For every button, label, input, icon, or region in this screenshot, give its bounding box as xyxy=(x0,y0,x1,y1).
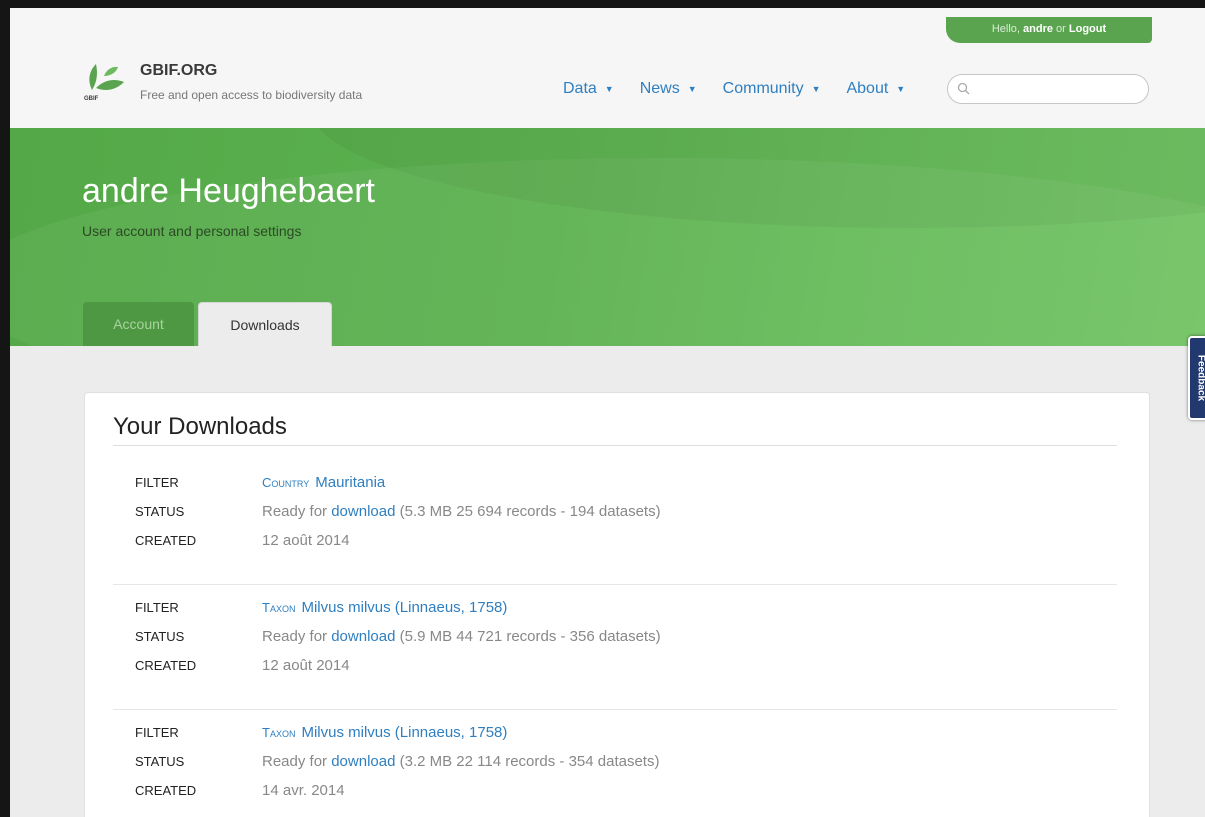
status-prefix: Ready for xyxy=(262,628,328,645)
username-link[interactable]: andre xyxy=(1023,23,1053,35)
nav-news[interactable]: News ▼ xyxy=(640,80,697,98)
logout-link[interactable]: Logout xyxy=(1069,23,1106,35)
site-header: Hello, andre or Logout GBIF GBIF.ORG Fre… xyxy=(10,8,1205,128)
filter-value-link[interactable]: Milvus milvus (Linnaeus, 1758) xyxy=(301,724,507,741)
download-link[interactable]: download xyxy=(331,503,395,520)
download-item: FILTER Country Mauritania STATUS Ready fo… xyxy=(113,459,1117,584)
filter-type-link[interactable]: Taxon xyxy=(262,725,295,740)
status-value: Ready for download (5.9 MB 44 721 record… xyxy=(262,627,661,647)
chevron-down-icon: ▼ xyxy=(687,84,697,94)
filter-value: Taxon Milvus milvus (Linnaeus, 1758) xyxy=(262,723,507,743)
downloads-title: Your Downloads xyxy=(113,413,287,440)
downloads-panel: Your Downloads FILTER Country Mauritania … xyxy=(84,392,1150,817)
filter-value: Taxon Milvus milvus (Linnaeus, 1758) xyxy=(262,598,507,618)
status-value: Ready for download (5.3 MB 25 694 record… xyxy=(262,502,661,522)
greeting-prefix: Hello, xyxy=(991,23,1020,35)
filter-value-link[interactable]: Milvus milvus (Linnaeus, 1758) xyxy=(301,599,507,616)
title-divider xyxy=(113,445,1117,446)
download-link[interactable]: download xyxy=(331,753,395,770)
chevron-down-icon: ▼ xyxy=(896,84,906,94)
gbif-logo-icon[interactable]: GBIF xyxy=(82,58,130,102)
nav-about[interactable]: About ▼ xyxy=(846,80,905,98)
status-detail: (5.3 MB 25 694 records - 194 datasets) xyxy=(399,503,661,520)
status-label: STATUS xyxy=(135,629,185,644)
profile-banner: andre Heughebaert User account and perso… xyxy=(10,128,1205,346)
created-value: 14 avr. 2014 xyxy=(262,782,345,799)
page-title: andre Heughebaert xyxy=(82,172,376,210)
window-frame-top xyxy=(0,0,1205,8)
main-nav: Data ▼ News ▼ Community ▼ About ▼ xyxy=(563,80,931,98)
tab-account[interactable]: Account xyxy=(83,302,194,346)
filter-type-link[interactable]: Taxon xyxy=(262,600,295,615)
search-box[interactable] xyxy=(947,74,1149,104)
nav-community[interactable]: Community ▼ xyxy=(723,80,821,98)
created-label: CREATED xyxy=(135,783,197,798)
search-input[interactable] xyxy=(976,79,1140,95)
status-detail: (3.2 MB 22 114 records - 354 datasets) xyxy=(399,753,660,770)
chevron-down-icon: ▼ xyxy=(604,84,614,94)
nav-community-label: Community xyxy=(722,80,804,97)
nav-about-label: About xyxy=(846,80,889,97)
brand-name[interactable]: GBIF.ORG xyxy=(140,62,217,80)
logo-text: GBIF xyxy=(84,96,99,102)
or-text: or xyxy=(1056,23,1066,35)
status-prefix: Ready for xyxy=(262,753,328,770)
page-subtitle: User account and personal settings xyxy=(82,223,302,239)
created-label: CREATED xyxy=(135,533,197,548)
chevron-down-icon: ▼ xyxy=(811,84,821,94)
download-item: FILTER Taxon Milvus milvus (Linnaeus, 175… xyxy=(113,709,1117,817)
nav-data[interactable]: Data ▼ xyxy=(563,80,614,98)
window-frame-left xyxy=(0,0,10,817)
created-value: 12 août 2014 xyxy=(262,532,350,549)
download-item: FILTER Taxon Milvus milvus (Linnaeus, 175… xyxy=(113,584,1117,710)
status-label: STATUS xyxy=(135,504,185,519)
filter-label: FILTER xyxy=(135,600,179,615)
status-value: Ready for download (3.2 MB 22 114 record… xyxy=(262,752,659,772)
feedback-label: Feedback xyxy=(1195,354,1205,402)
status-detail: (5.9 MB 44 721 records - 356 datasets) xyxy=(399,628,661,645)
feedback-button[interactable]: Feedback xyxy=(1188,336,1205,420)
filter-label: FILTER xyxy=(135,475,179,490)
created-label: CREATED xyxy=(135,658,197,673)
nav-data-label: Data xyxy=(563,80,597,97)
search-icon xyxy=(957,82,970,95)
created-value: 12 août 2014 xyxy=(262,657,350,674)
download-link[interactable]: download xyxy=(331,628,395,645)
user-bar: Hello, andre or Logout xyxy=(946,17,1152,43)
filter-label: FILTER xyxy=(135,725,179,740)
status-prefix: Ready for xyxy=(262,503,328,520)
tab-downloads[interactable]: Downloads xyxy=(198,302,332,346)
status-label: STATUS xyxy=(135,754,185,769)
brand-tagline: Free and open access to biodiversity dat… xyxy=(140,88,363,102)
filter-value-link[interactable]: Mauritania xyxy=(315,474,385,491)
nav-news-label: News xyxy=(639,80,680,97)
filter-type-link[interactable]: Country xyxy=(262,475,309,490)
page: Hello, andre or Logout GBIF GBIF.ORG Fre… xyxy=(10,8,1205,817)
filter-value: Country Mauritania xyxy=(262,473,385,493)
